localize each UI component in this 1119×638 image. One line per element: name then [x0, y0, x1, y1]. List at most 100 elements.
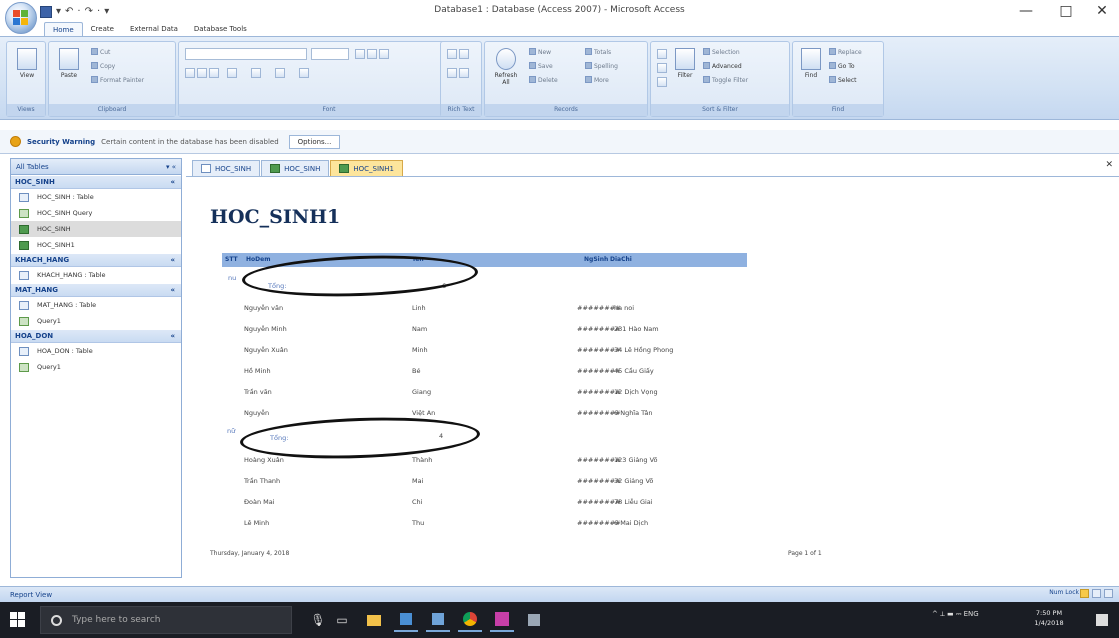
chevron-up-icon[interactable]: «	[170, 178, 175, 186]
windows-start-icon[interactable]	[10, 612, 26, 628]
selection-button[interactable]: Selection	[703, 48, 740, 58]
totals-button[interactable]: Totals	[585, 48, 611, 58]
doc-tab-hoc-sinh-report[interactable]: HOC_SINH	[261, 160, 330, 176]
replace-button[interactable]: Replace	[829, 48, 862, 58]
file-explorer-icon[interactable]	[362, 608, 386, 632]
font-name-combo[interactable]	[185, 48, 307, 60]
paste-button[interactable]: Paste	[57, 48, 81, 79]
system-tray[interactable]: ^ ⟂ ▬ ⎓ ENG	[932, 610, 979, 619]
app-icon-3[interactable]	[522, 608, 546, 632]
row-diachi: 6 Mai Dịch	[614, 519, 649, 527]
spelling-button[interactable]: Spelling	[585, 62, 618, 72]
doc-tab-hoc-sinh1[interactable]: HOC_SINH1	[330, 160, 403, 176]
row-ten: Giang	[412, 388, 432, 396]
format-painter-button[interactable]: Format Painter	[91, 76, 144, 86]
chevron-up-icon[interactable]: «	[170, 286, 175, 294]
powerpoint-icon[interactable]	[490, 608, 514, 632]
more-button[interactable]: More	[585, 76, 609, 86]
status-view-label: Report View	[10, 590, 53, 599]
chevron-up-icon[interactable]: «	[170, 332, 175, 340]
chrome-icon[interactable]	[458, 608, 482, 632]
nav-item-hoc-sinh-report[interactable]: HOC_SINH	[11, 221, 181, 237]
tab-create[interactable]: Create	[83, 22, 122, 36]
bullets-icon[interactable]	[447, 68, 457, 78]
microphone-icon[interactable]: 🎙	[306, 608, 330, 632]
task-view-icon[interactable]: ▭	[330, 608, 354, 632]
layout-view-icon[interactable]	[1104, 589, 1113, 598]
numbering-icon[interactable]	[459, 68, 469, 78]
view-button[interactable]: View	[15, 48, 39, 79]
nav-header-controls[interactable]: ▾ «	[166, 163, 176, 171]
office-button[interactable]	[5, 2, 37, 34]
search-placeholder: Type here to search	[72, 615, 161, 625]
select-button[interactable]: Select	[829, 76, 857, 86]
clock[interactable]: 7:50 PM 1/4/2018	[1032, 608, 1066, 628]
align-left-icon[interactable]	[355, 49, 365, 59]
nav-item-hoc-sinh-query[interactable]: HOC_SINH Query	[11, 205, 181, 221]
indent-icon[interactable]	[447, 49, 457, 59]
nav-group-hoc-sinh[interactable]: HOC_SINH «	[11, 176, 181, 189]
align-right-icon[interactable]	[379, 49, 389, 59]
delete-record-button[interactable]: Delete	[529, 76, 558, 86]
tab-database-tools[interactable]: Database Tools	[186, 22, 255, 36]
tab-external-data[interactable]: External Data	[122, 22, 186, 36]
doc-tab-hoc-sinh-table[interactable]: HOC_SINH	[192, 160, 261, 176]
gridlines-icon[interactable]	[275, 68, 285, 78]
options-button[interactable]: Options...	[288, 134, 341, 149]
print-preview-icon[interactable]	[1092, 589, 1101, 598]
row-ten: Mai	[412, 477, 424, 485]
nav-item-mat-hang-table[interactable]: MAT_HANG : Table	[11, 297, 181, 313]
close-button[interactable]: ✕	[1088, 2, 1116, 20]
filter-button[interactable]: Filter	[673, 48, 697, 79]
group-records: Refresh All New Save Delete Totals Spell…	[484, 41, 648, 117]
italic-icon[interactable]	[197, 68, 207, 78]
nav-group-hoa-don[interactable]: HOA_DON «	[11, 330, 181, 343]
goto-button[interactable]: Go To	[829, 62, 855, 72]
toggle-filter-button[interactable]: Toggle Filter	[703, 76, 748, 86]
save-record-button[interactable]: Save	[529, 62, 553, 72]
sort-ascending-icon[interactable]	[657, 49, 667, 59]
notification-icon[interactable]	[1090, 608, 1114, 632]
font-color-icon[interactable]	[227, 68, 237, 78]
bold-icon[interactable]	[185, 68, 195, 78]
app-icon-2[interactable]	[426, 608, 450, 632]
copy-button[interactable]: Copy	[91, 62, 115, 72]
nav-group-mat-hang[interactable]: MAT_HANG «	[11, 284, 181, 297]
new-record-button[interactable]: New	[529, 48, 551, 58]
chevron-up-icon[interactable]: «	[170, 256, 175, 264]
find-button[interactable]: Find	[799, 48, 823, 79]
align-center-icon[interactable]	[367, 49, 377, 59]
outdent-icon[interactable]	[459, 49, 469, 59]
report-view-icon[interactable]	[1080, 589, 1089, 598]
nav-group-khach-hang[interactable]: KHACH_HANG «	[11, 254, 181, 267]
security-warning-bar: Security Warning Certain content in the …	[0, 130, 1119, 154]
replace-icon	[829, 48, 836, 55]
sort-descending-icon[interactable]	[657, 63, 667, 73]
maximize-button[interactable]: □	[1052, 2, 1080, 20]
find-label: Find	[804, 72, 818, 79]
tab-home[interactable]: Home	[44, 22, 83, 36]
close-document-icon[interactable]: ✕	[1105, 160, 1113, 170]
app-icon-1[interactable]	[394, 608, 418, 632]
totals-label: Totals	[594, 49, 612, 56]
advanced-button[interactable]: Advanced	[703, 62, 742, 72]
refresh-all-button[interactable]: Refresh All	[491, 48, 521, 86]
taskbar-search-box[interactable]: Type here to search	[40, 606, 292, 634]
underline-icon[interactable]	[209, 68, 219, 78]
minimize-button[interactable]: —	[1012, 2, 1040, 20]
nav-item-hoa-don-table[interactable]: HOA_DON : Table	[11, 343, 181, 359]
nav-item-hoc-sinh1-report[interactable]: HOC_SINH1	[11, 237, 181, 253]
fill-color-icon[interactable]	[251, 68, 261, 78]
filter-label: Filter	[677, 72, 693, 79]
nav-item-hoc-sinh-table[interactable]: HOC_SINH : Table	[11, 189, 181, 205]
nav-item-hoa-don-query[interactable]: Query1	[11, 359, 181, 375]
cut-button[interactable]: Cut	[91, 48, 110, 58]
font-size-combo[interactable]	[311, 48, 349, 60]
filter-icon	[675, 48, 695, 70]
nav-item-mat-hang-query[interactable]: Query1	[11, 313, 181, 329]
header-hodem: HoDem	[246, 256, 271, 263]
clear-sort-icon[interactable]	[657, 77, 667, 87]
alternate-fill-icon[interactable]	[299, 68, 309, 78]
nav-header[interactable]: All Tables ▾ «	[11, 159, 181, 175]
nav-item-khach-hang-table[interactable]: KHACH_HANG : Table	[11, 267, 181, 283]
